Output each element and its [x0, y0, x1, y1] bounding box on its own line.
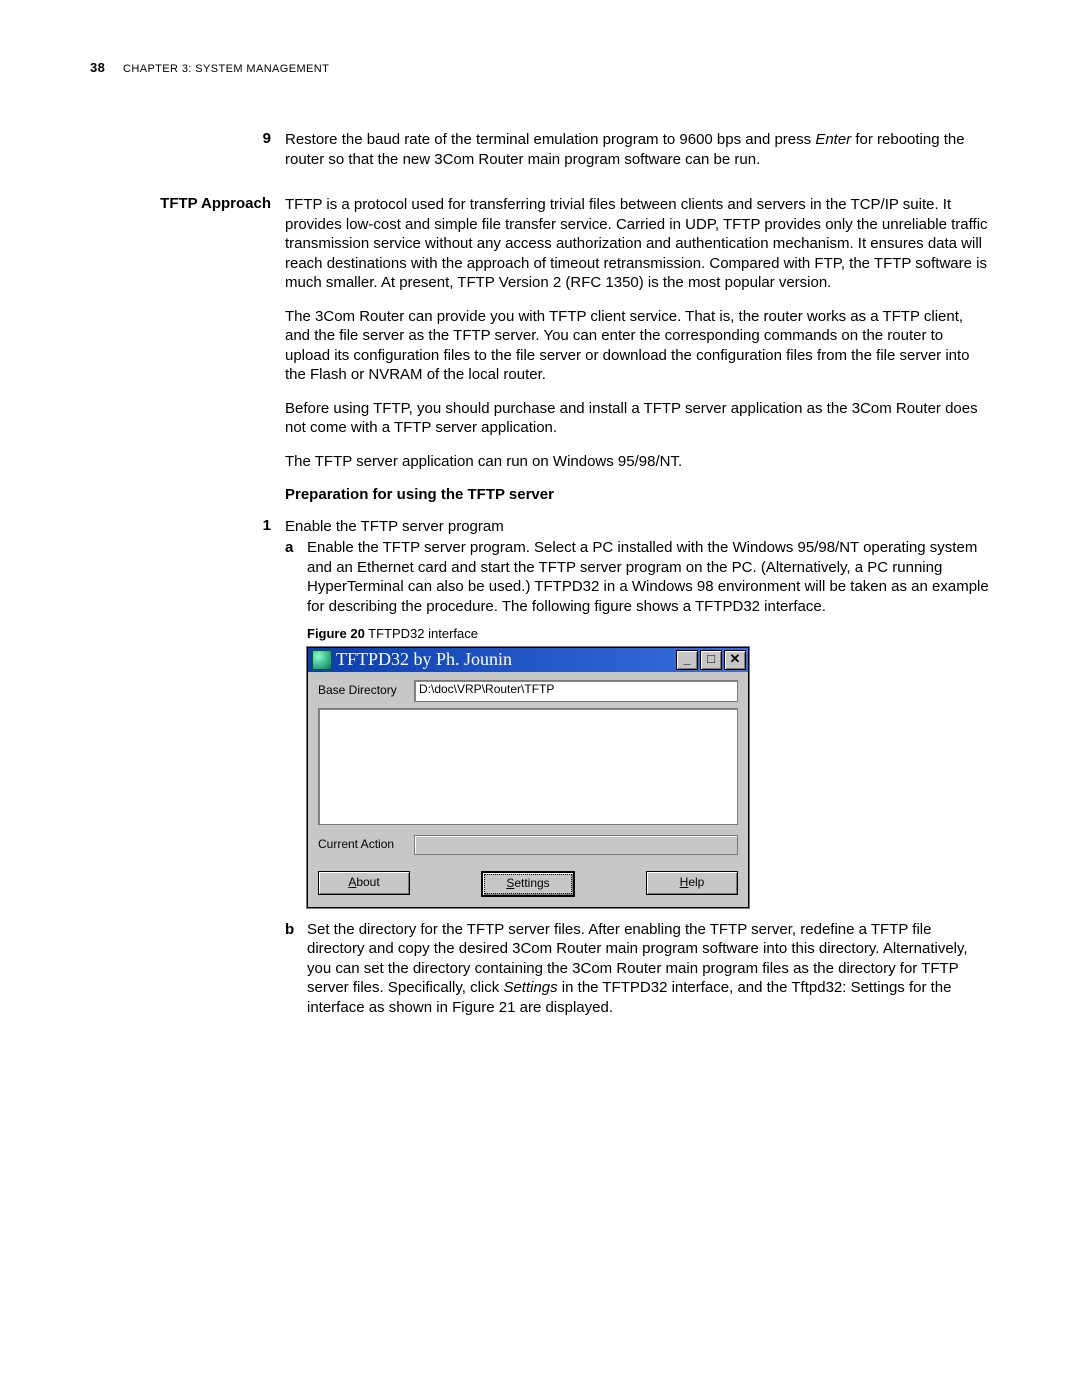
prep-step-1: 1 Enable the TFTP server program: [90, 517, 990, 537]
prep-step-1-text: Enable the TFTP server program: [285, 517, 990, 537]
substep-b-text: Set the directory for the TFTP server fi…: [307, 920, 990, 1018]
step-number: 1: [263, 517, 271, 534]
settings-button[interactable]: Settings: [481, 871, 575, 897]
prep-heading: Preparation for using the TFTP server: [285, 485, 990, 505]
tftp-approach-section: TFTP Approach TFTP is a protocol used fo…: [90, 195, 990, 509]
minimize-button[interactable]: _: [676, 650, 698, 670]
tftp-para-4: The TFTP server application can run on W…: [285, 452, 990, 472]
current-action-label: Current Action: [318, 837, 414, 853]
figure-caption: Figure 20 TFTPD32 interface: [307, 626, 990, 643]
page-number: 38: [90, 60, 105, 75]
substep-b: b Set the directory for the TFTP server …: [285, 920, 990, 1018]
log-box[interactable]: [318, 708, 738, 825]
tftpd32-window: TFTPD32 by Ph. Jounin _ □ ✕ Base Directo…: [307, 647, 749, 908]
button-row: About Settings Help: [308, 865, 748, 907]
substep-a: a Enable the TFTP server program. Select…: [285, 538, 990, 616]
substep-a-text: Enable the TFTP server program. Select a…: [307, 538, 990, 616]
window-title: TFTPD32 by Ph. Jounin: [336, 648, 676, 671]
substep-letter: a: [285, 538, 307, 616]
base-directory-field[interactable]: D:\doc\VRP\Router\TFTP: [414, 680, 738, 702]
close-button[interactable]: ✕: [724, 650, 746, 670]
step-9: 9 Restore the baud rate of the terminal …: [90, 130, 990, 169]
section-label: TFTP Approach: [160, 195, 271, 212]
page-header: 38 CHAPTER 3: SYSTEM MANAGEMENT: [90, 60, 990, 75]
step-9-text: Restore the baud rate of the terminal em…: [285, 130, 990, 169]
base-directory-label: Base Directory: [318, 683, 414, 699]
prep-substeps: a Enable the TFTP server program. Select…: [90, 538, 990, 1021]
maximize-button[interactable]: □: [700, 650, 722, 670]
app-icon: [312, 650, 332, 670]
window-titlebar[interactable]: TFTPD32 by Ph. Jounin _ □ ✕: [308, 648, 748, 672]
tftp-para-2: The 3Com Router can provide you with TFT…: [285, 307, 990, 385]
substep-letter: b: [285, 920, 307, 1018]
tftp-para-1: TFTP is a protocol used for transferring…: [285, 195, 990, 293]
tftp-para-3: Before using TFTP, you should purchase a…: [285, 399, 990, 438]
about-button[interactable]: About: [318, 871, 410, 895]
help-button[interactable]: Help: [646, 871, 738, 895]
step-number: 9: [263, 130, 271, 147]
current-action-field: [414, 835, 738, 855]
chapter-title: CHAPTER 3: SYSTEM MANAGEMENT: [123, 63, 329, 75]
